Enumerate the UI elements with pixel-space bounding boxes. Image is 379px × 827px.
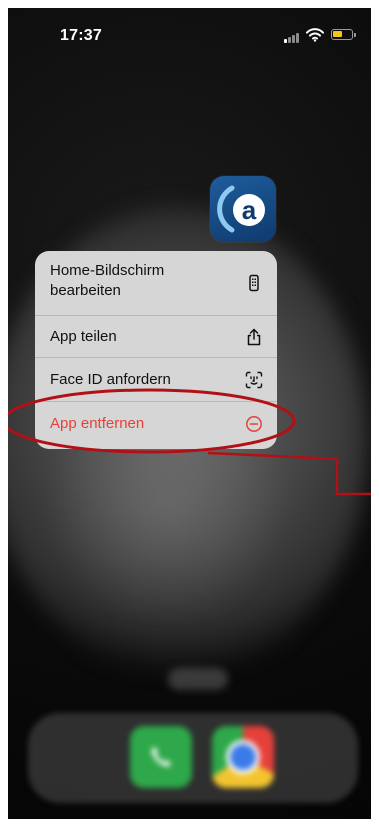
a-logo-icon: a xyxy=(217,185,265,233)
menu-item-remove-app[interactable]: App entfernen xyxy=(35,401,277,449)
menu-item-label-line2: bearbeiten xyxy=(50,282,121,299)
blurred-page-dots xyxy=(168,668,228,690)
menu-item-label-line1: Home-Bildschirm xyxy=(50,262,165,279)
minus-circle-icon xyxy=(246,416,262,432)
app-glyph: a xyxy=(242,195,257,225)
status-time: 17:37 xyxy=(60,27,102,44)
face-id-icon xyxy=(245,371,263,389)
dock xyxy=(28,713,358,803)
chrome-app-icon[interactable] xyxy=(212,726,274,788)
phone-app-icon[interactable] xyxy=(130,726,192,788)
wifi-icon xyxy=(306,28,324,42)
screenshot-frame: 17:37 a Home-Bildschirm bearbeiten App t… xyxy=(0,0,379,827)
home-screen: 17:37 a Home-Bildschirm bearbeiten App t… xyxy=(8,8,371,819)
phone-handset-icon xyxy=(151,747,171,767)
menu-item-label: Face ID anfordern xyxy=(50,371,171,388)
app-context-menu: Home-Bildschirm bearbeiten App teilen Fa… xyxy=(35,251,277,449)
menu-item-label: Home-Bildschirm bearbeiten xyxy=(50,261,164,301)
phone-screen-icon xyxy=(249,274,259,292)
menu-item-require-face-id[interactable]: Face ID anfordern xyxy=(35,357,277,401)
menu-item-edit-home-screen[interactable]: Home-Bildschirm bearbeiten xyxy=(35,251,277,315)
battery-icon xyxy=(331,29,356,40)
share-icon xyxy=(247,328,261,346)
a-app-icon[interactable]: a xyxy=(210,176,276,242)
status-bar: 17:37 xyxy=(8,8,371,62)
signal-icon xyxy=(284,31,302,43)
menu-item-label: App entfernen xyxy=(50,415,145,432)
menu-item-share-app[interactable]: App teilen xyxy=(35,315,277,357)
menu-item-label: App teilen xyxy=(50,328,117,345)
